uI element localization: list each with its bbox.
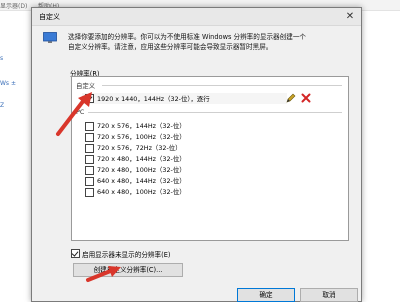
annotation-arrow-icon [56, 92, 92, 136]
annotation-arrow-icon [86, 266, 121, 282]
annotation-overlay [56, 92, 121, 282]
